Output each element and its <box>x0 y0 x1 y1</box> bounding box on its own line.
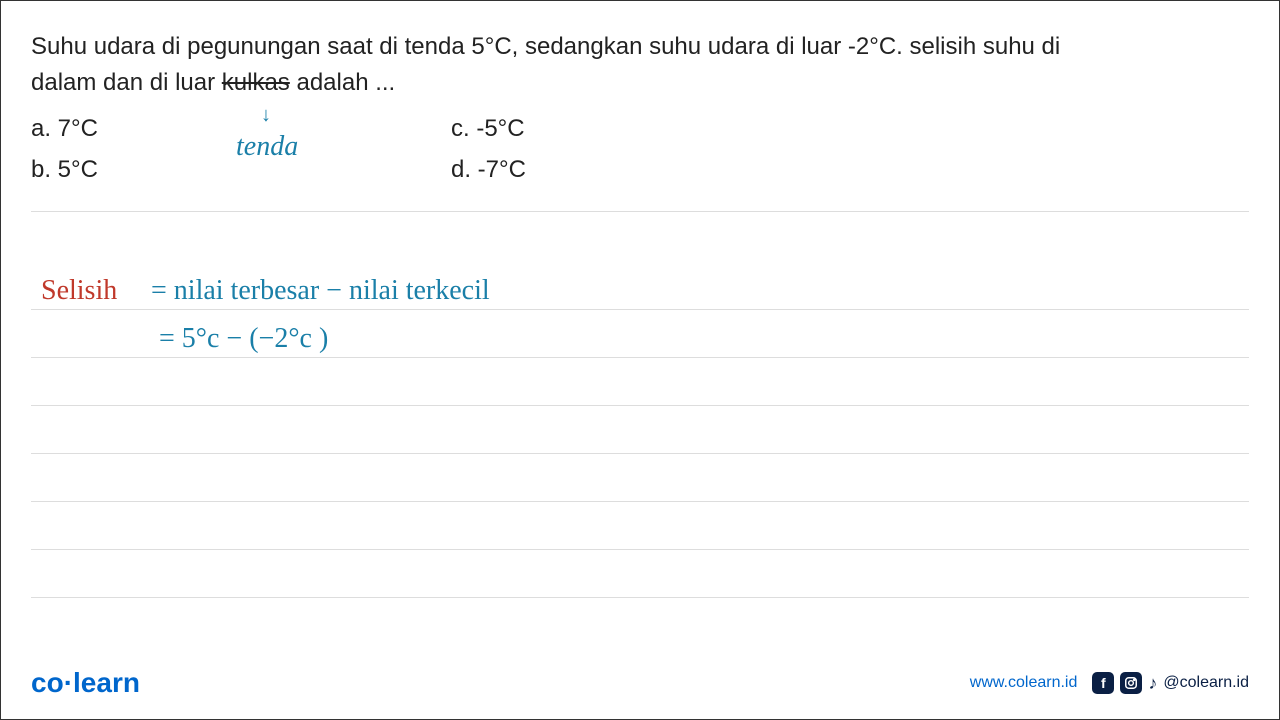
notebook-line-5 <box>31 454 1249 502</box>
work-calculation: = 5°c − (−2°c ) <box>159 323 328 355</box>
logo-learn: learn <box>73 667 140 698</box>
notebook-line-6 <box>31 502 1249 550</box>
footer: co·learn www.colearn.id f ♪ @colearn.id <box>1 667 1279 699</box>
social-icons: f ♪ @colearn.id <box>1092 672 1249 694</box>
social-handle: @colearn.id <box>1163 674 1249 692</box>
work-formula: = nilai terbesar − nilai terkecil <box>151 275 490 307</box>
logo: co·learn <box>31 667 140 699</box>
facebook-icon: f <box>1092 672 1114 694</box>
notebook-area: Selisih = nilai terbesar − nilai terkeci… <box>1 262 1279 598</box>
notebook-line-2: = 5°c − (−2°c ) <box>31 310 1249 358</box>
notebook-line-1: Selisih = nilai terbesar − nilai terkeci… <box>31 262 1249 310</box>
option-c: c. -5°C <box>451 109 526 150</box>
arrow-down-icon: ↓ <box>261 104 271 127</box>
notebook-line-3 <box>31 358 1249 406</box>
notebook-line-4 <box>31 406 1249 454</box>
footer-right: www.colearn.id f ♪ @colearn.id <box>970 672 1249 694</box>
tiktok-icon: ♪ <box>1148 673 1157 694</box>
question-pre: dalam dan di luar <box>31 69 222 96</box>
question-line-2: dalam dan di luar kulkas adalah ... <box>31 65 1249 101</box>
strikethrough-word: kulkas <box>222 69 290 96</box>
option-b: b. 5°C <box>31 150 231 191</box>
website-url: www.colearn.id <box>970 674 1078 692</box>
notebook-line-7 <box>31 550 1249 598</box>
work-selisih: Selisih <box>41 275 117 307</box>
logo-dot: · <box>64 667 73 698</box>
question-post: adalah ... <box>290 69 395 96</box>
logo-co: co <box>31 667 64 698</box>
option-d: d. -7°C <box>451 150 526 191</box>
divider <box>31 211 1249 212</box>
annotation-tenda: tenda <box>236 131 298 163</box>
option-a: a. 7°C <box>31 109 231 150</box>
question-line-1: Suhu udara di pegunungan saat di tenda 5… <box>31 29 1249 65</box>
instagram-icon <box>1120 672 1142 694</box>
